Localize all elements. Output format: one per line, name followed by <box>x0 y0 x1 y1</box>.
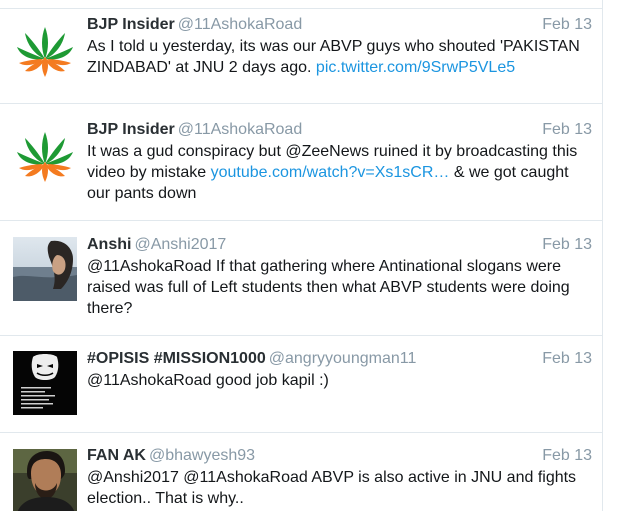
author-name[interactable]: BJP Insider <box>87 16 175 33</box>
tweet-text: As I told u yesterday, its was our ABVP … <box>87 36 592 78</box>
tweet-date[interactable]: Feb 13 <box>542 234 592 256</box>
tweet-text-part: @Anshi2017 @11AshokaRoad ABVP is also ac… <box>87 469 577 507</box>
author-name[interactable]: FAN AK <box>87 447 146 464</box>
tweet-item[interactable]: BJP Insider @11AshokaRoad Feb 13 It was a… <box>0 104 602 221</box>
tweet-text-part: @11AshokaRoad If that gathering where An… <box>87 258 570 317</box>
tweet-text-part: @11AshokaRoad good job kapil :) <box>87 372 329 389</box>
author-handle[interactable]: @angryyoungman11 <box>269 350 417 367</box>
tweet-text: @11AshokaRoad good job kapil :) <box>87 370 592 391</box>
profile-photo-icon[interactable] <box>13 449 77 511</box>
tweet-header: FAN AK @bhawyesh93 <box>87 445 255 467</box>
tweet-text: @11AshokaRoad If that gathering where An… <box>87 256 592 319</box>
tweet-header: #OPISIS #MISSION1000 @angryyoungman11 <box>87 348 416 370</box>
lotus-logo-icon[interactable] <box>13 19 77 83</box>
tweet-header: BJP Insider @11AshokaRoad <box>87 119 302 141</box>
tweet-item[interactable]: BJP Insider @11AshokaRoad Feb 13 As I tol… <box>0 9 602 104</box>
tweet-item[interactable]: Anshi @Anshi2017 Feb 13 @11AshokaRoad If … <box>0 221 602 336</box>
tweet-date[interactable]: Feb 13 <box>542 445 592 467</box>
tweet-date[interactable]: Feb 13 <box>542 119 592 141</box>
tweet-item[interactable]: #OPISIS #MISSION1000 @angryyoungman11 Feb… <box>0 336 602 433</box>
author-name[interactable]: BJP Insider <box>87 121 175 138</box>
author-handle[interactable]: @11AshokaRoad <box>178 121 302 138</box>
author-handle[interactable]: @bhawyesh93 <box>149 447 255 464</box>
tweet-header: Anshi @Anshi2017 <box>87 234 226 256</box>
tweet-item[interactable]: FAN AK @bhawyesh93 Feb 13 @Anshi2017 @11A… <box>0 433 602 511</box>
tweet-text: It was a gud conspiracy but @ZeeNews rui… <box>87 141 592 204</box>
tweet-header: BJP Insider @11AshokaRoad <box>87 14 302 36</box>
tweet-text: @Anshi2017 @11AshokaRoad ABVP is also ac… <box>87 467 592 509</box>
profile-photo-icon[interactable] <box>13 237 77 301</box>
tweet-date[interactable]: Feb 13 <box>542 14 592 36</box>
anonymous-mask-icon[interactable] <box>13 351 77 415</box>
author-name[interactable]: #OPISIS #MISSION1000 <box>87 350 266 367</box>
tweet-date[interactable]: Feb 13 <box>542 348 592 370</box>
tweet-link[interactable]: pic.twitter.com/9SrwP5VLe5 <box>316 59 515 76</box>
tweet-link[interactable]: youtube.com/watch?v=Xs1sCR… <box>211 164 450 181</box>
lotus-logo-icon[interactable] <box>13 124 77 188</box>
author-handle[interactable]: @11AshokaRoad <box>178 16 302 33</box>
author-name[interactable]: Anshi <box>87 236 131 253</box>
author-handle[interactable]: @Anshi2017 <box>134 236 226 253</box>
tweet-timeline: BJP Insider @11AshokaRoad Feb 13 As I tol… <box>0 0 603 511</box>
